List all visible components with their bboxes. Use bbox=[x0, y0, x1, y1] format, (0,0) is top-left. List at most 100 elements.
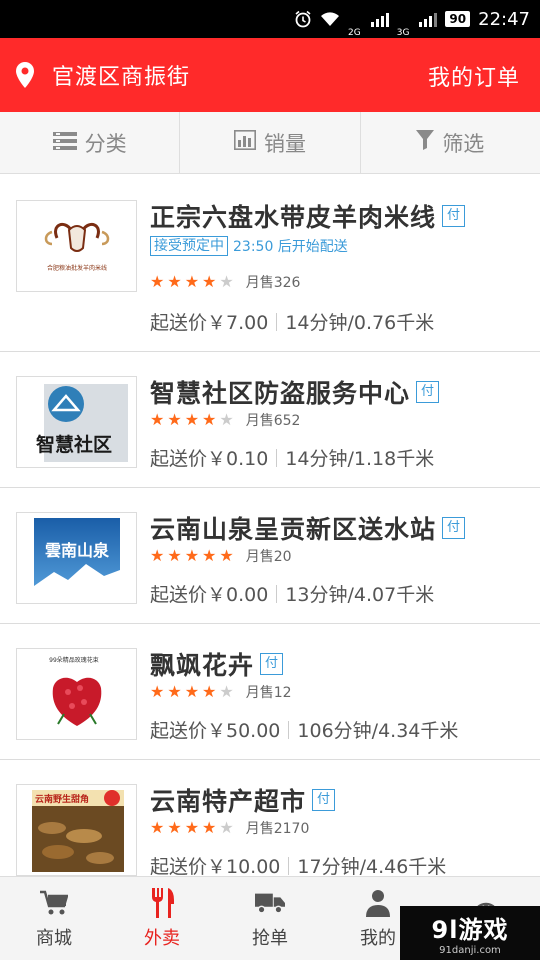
thumbnail-caption: 99朵精品玫瑰花束 bbox=[49, 656, 99, 664]
network-type-2g: 2G bbox=[348, 28, 361, 38]
alarm-icon bbox=[294, 9, 312, 29]
thumbnail-caption: 雲南山泉 bbox=[44, 541, 109, 560]
shop-thumbnail: 智慧社区 bbox=[16, 376, 137, 468]
tab-filter[interactable]: 筛选 bbox=[361, 112, 540, 173]
shop-thumbnail: 云南野生甜角 bbox=[16, 784, 137, 876]
star-icon: ★ bbox=[202, 682, 217, 701]
star-icon: ★ bbox=[150, 682, 165, 701]
nav-mall[interactable]: 商城 bbox=[0, 877, 108, 960]
thumbnail-caption: 智慧社区 bbox=[35, 433, 111, 456]
star-icon: ★ bbox=[219, 410, 234, 429]
shop-thumbnail: 99朵精品玫瑰花束 bbox=[16, 648, 137, 740]
clock: 22:47 bbox=[478, 8, 530, 30]
location-label[interactable]: 官渡区商振街 bbox=[52, 59, 190, 91]
shop-item[interactable]: 雲南山泉 云南山泉呈贡新区送水站 付 ★ ★ ★ ★ ★ 月售20 起送价￥0.00 1… bbox=[0, 488, 540, 624]
monthly-sales: 月售20 bbox=[245, 549, 292, 565]
min-order-price: 起送价￥0.10 bbox=[150, 448, 269, 470]
monthly-sales: 月售326 bbox=[245, 275, 301, 291]
shop-thumbnail: 雲南山泉 bbox=[16, 512, 137, 604]
delivery-info: 14分钟/0.76千米 bbox=[285, 312, 435, 334]
signal-icon bbox=[419, 11, 438, 27]
shop-thumbnail: 合肥粮油批发羊肉米线 bbox=[16, 200, 137, 292]
pay-badge: 付 bbox=[416, 381, 440, 403]
star-icon: ★ bbox=[150, 272, 165, 291]
list-icon bbox=[52, 131, 77, 155]
shop-list: 合肥粮油批发羊肉米线 正宗六盘水带皮羊肉米线 付 接受预定中 23:50 后开始… bbox=[0, 176, 540, 896]
pay-badge: 付 bbox=[442, 517, 466, 539]
battery-icon: 90 bbox=[445, 11, 471, 27]
shop-name: 云南特产超市 bbox=[150, 787, 307, 816]
location-pin-icon[interactable] bbox=[14, 60, 36, 90]
star-rating: ★ ★ ★ ★ ★ bbox=[150, 684, 234, 700]
star-icon: ★ bbox=[202, 272, 217, 291]
star-rating: ★ ★ ★ ★ ★ bbox=[150, 820, 234, 836]
monthly-sales: 月售2170 bbox=[245, 821, 310, 837]
min-order-price: 起送价￥10.00 bbox=[150, 856, 281, 878]
monthly-sales: 月售652 bbox=[245, 413, 301, 429]
bar-chart-icon bbox=[233, 130, 256, 155]
thumbnail-caption: 云南野生甜角 bbox=[34, 793, 88, 805]
min-order-price: 起送价￥50.00 bbox=[150, 720, 281, 742]
cart-icon bbox=[39, 888, 69, 918]
watermark-url: 91danji.com bbox=[439, 945, 501, 956]
pay-badge: 付 bbox=[442, 205, 466, 227]
nav-label: 外卖 bbox=[144, 927, 180, 949]
divider bbox=[288, 720, 290, 739]
star-icon: ★ bbox=[167, 682, 182, 701]
nav-grab-order[interactable]: 抢单 bbox=[216, 877, 324, 960]
shop-name: 云南山泉呈贡新区送水站 bbox=[150, 515, 437, 544]
nav-label: 商城 bbox=[36, 927, 72, 949]
thumbnail-caption: 合肥粮油批发羊肉米线 bbox=[46, 264, 106, 272]
shop-name: 智慧社区防盗服务中心 bbox=[150, 379, 411, 408]
network-type-3g: 3G bbox=[396, 28, 410, 38]
divider bbox=[276, 312, 278, 331]
star-icon: ★ bbox=[184, 546, 200, 565]
signal-icon bbox=[370, 11, 389, 27]
star-icon: ★ bbox=[184, 410, 200, 429]
star-rating: ★ ★ ★ ★ ★ bbox=[150, 412, 234, 428]
star-icon: ★ bbox=[150, 818, 165, 837]
star-icon: ★ bbox=[167, 546, 182, 565]
preorder-text: 23:50 后开始配送 bbox=[233, 239, 348, 255]
person-icon bbox=[363, 888, 393, 918]
tab-label: 筛选 bbox=[442, 131, 485, 156]
star-icon: ★ bbox=[167, 272, 182, 291]
my-orders-link[interactable]: 我的订单 bbox=[428, 60, 520, 92]
delivery-info: 106分钟/4.34千米 bbox=[297, 720, 459, 742]
wifi-icon bbox=[320, 9, 340, 29]
tab-category[interactable]: 分类 bbox=[0, 112, 181, 173]
shop-item[interactable]: 智慧社区 智慧社区防盗服务中心 付 ★ ★ ★ ★ ★ 月售652 起送价￥0.10 1… bbox=[0, 352, 540, 488]
filter-icon bbox=[416, 130, 435, 155]
tab-label: 销量 bbox=[263, 131, 306, 156]
star-icon: ★ bbox=[202, 546, 217, 565]
min-order-price: 起送价￥7.00 bbox=[150, 312, 269, 334]
shop-item[interactable]: 99朵精品玫瑰花束 飘飒花卉 付 ★ ★ ★ ★ ★ 月售12 起送价￥50.00 10… bbox=[0, 624, 540, 760]
sort-tabs: 分类 销量 筛选 bbox=[0, 112, 540, 174]
delivery-info: 13分钟/4.07千米 bbox=[285, 584, 435, 606]
divider bbox=[276, 448, 278, 467]
watermark-text: 9l游戏 bbox=[431, 916, 509, 944]
star-icon: ★ bbox=[184, 818, 200, 837]
star-icon: ★ bbox=[167, 410, 182, 429]
star-icon: ★ bbox=[219, 546, 234, 565]
delivery-info: 17分钟/4.46千米 bbox=[297, 856, 447, 878]
star-icon: ★ bbox=[150, 410, 165, 429]
min-order-price: 起送价￥0.00 bbox=[150, 584, 269, 606]
star-icon: ★ bbox=[150, 546, 165, 565]
shop-item[interactable]: 合肥粮油批发羊肉米线 正宗六盘水带皮羊肉米线 付 接受预定中 23:50 后开始… bbox=[0, 176, 540, 352]
pay-badge: 付 bbox=[260, 653, 284, 675]
monthly-sales: 月售12 bbox=[245, 685, 292, 701]
star-icon: ★ bbox=[184, 682, 200, 701]
divider bbox=[288, 856, 290, 875]
nav-takeout[interactable]: 外卖 bbox=[108, 877, 216, 960]
divider bbox=[276, 584, 278, 603]
star-icon: ★ bbox=[184, 272, 200, 291]
star-icon: ★ bbox=[202, 410, 217, 429]
header: 官渡区商振街 我的订单 bbox=[0, 38, 540, 112]
delivery-info: 14分钟/1.18千米 bbox=[285, 448, 435, 470]
preorder-badge: 接受预定中 bbox=[150, 236, 228, 256]
star-icon: ★ bbox=[219, 272, 234, 291]
tab-sales[interactable]: 销量 bbox=[180, 112, 361, 173]
truck-icon bbox=[255, 888, 285, 918]
nav-label: 我的 bbox=[360, 927, 396, 949]
